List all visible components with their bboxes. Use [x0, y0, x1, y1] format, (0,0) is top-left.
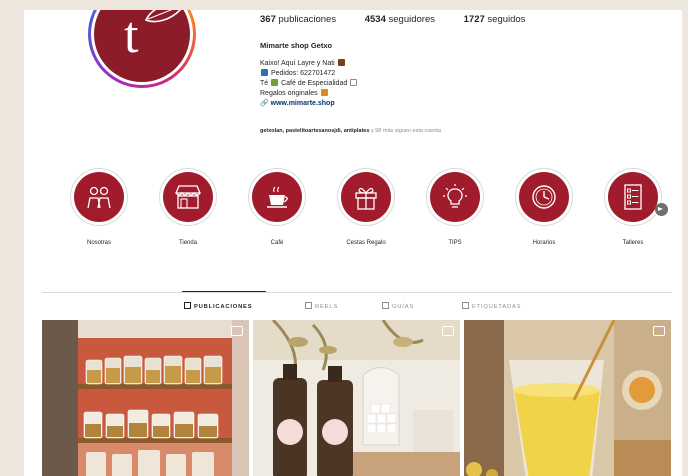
box-emoji-icon: [320, 89, 328, 96]
highlight-tips[interactable]: TIPS: [415, 168, 495, 246]
story-highlights: Nosotras Tienda Café Cestas Regalo TIPS: [24, 168, 682, 258]
highlights-next-button[interactable]: [655, 203, 668, 216]
brand-logo: t: [94, 10, 190, 82]
people-icon: [87, 186, 111, 209]
shop-icon: [175, 185, 201, 209]
post-thumbnail[interactable]: [464, 320, 671, 476]
highlight-nosotras[interactable]: Nosotras: [59, 168, 139, 246]
carousel-icon: [231, 326, 243, 336]
tab-etiquetadas[interactable]: ETIQUETADAS: [462, 302, 521, 310]
following-stat[interactable]: 1727 seguidos: [464, 14, 526, 25]
profile-stats: 367 publicaciones 4534 seguidores 1727 s…: [260, 14, 551, 25]
gift-icon: [355, 187, 377, 210]
checklist-icon: [624, 184, 642, 210]
highlight-cafe[interactable]: Café: [237, 168, 317, 246]
highlight-tienda[interactable]: Tienda: [148, 168, 228, 246]
shop-shelves-photo: [42, 320, 249, 476]
carousel-icon: [653, 326, 665, 336]
active-tab-indicator: [182, 291, 266, 292]
profile-page: t 367 publicaciones 4534 seguidores 1727…: [24, 10, 682, 476]
profile-avatar[interactable]: t: [88, 10, 196, 88]
posts-stat: 367 publicaciones: [260, 14, 337, 25]
profile-bio: Kaixo! Aquí Layre y Nati Pedidos: 622701…: [260, 59, 358, 109]
turmeric-latte-photo: [464, 320, 671, 476]
coffee-emoji-icon: [350, 79, 358, 86]
post-thumbnail[interactable]: [253, 320, 460, 476]
tab-reels[interactable]: REELS: [305, 302, 338, 310]
link-icon: 🔗: [260, 100, 269, 107]
carousel-icon: [442, 326, 454, 336]
guides-icon: [382, 302, 389, 309]
tagged-icon: [462, 302, 469, 309]
coffee-cup-icon: [267, 186, 288, 208]
tab-publicaciones[interactable]: PUBLICACIONES: [184, 302, 252, 310]
post-thumbnail[interactable]: [42, 320, 249, 476]
clock-icon: [532, 185, 556, 209]
followed-by[interactable]: getxolan, pastelitoartesanosjdi, antipla…: [260, 128, 441, 134]
tabs-divider: [42, 292, 672, 293]
grid-icon: [184, 302, 191, 309]
reels-icon: [305, 302, 312, 309]
bottles-photo: [253, 320, 460, 476]
followers-stat[interactable]: 4534 seguidores: [365, 14, 435, 25]
tab-guias[interactable]: GUÍAS: [382, 302, 414, 310]
gift-emoji-icon: [337, 59, 345, 66]
highlight-horarios[interactable]: Horarios: [504, 168, 584, 246]
website-link[interactable]: www.mimarte.shop: [271, 100, 335, 107]
phone-emoji-icon: [261, 69, 268, 76]
lightbulb-icon: [443, 184, 467, 208]
svg-text:t: t: [124, 10, 139, 64]
highlight-cestas-regalo[interactable]: Cestas Regalo: [326, 168, 406, 246]
profile-name: Mimarte shop Getxo: [260, 41, 333, 50]
tea-emoji-icon: [271, 79, 279, 86]
